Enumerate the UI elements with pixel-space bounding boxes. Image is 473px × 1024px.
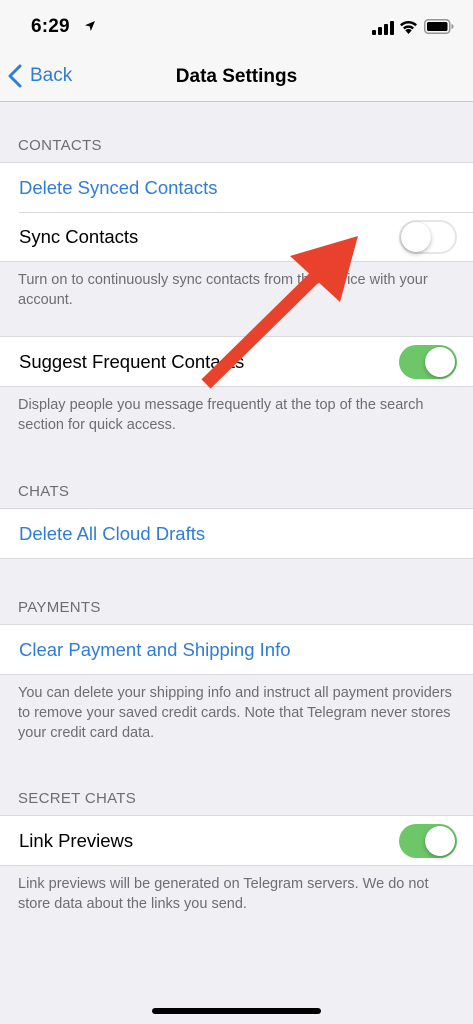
status-time: 6:29 (31, 16, 70, 37)
toggle-knob (425, 826, 455, 856)
wifi-icon (400, 20, 417, 34)
battery-icon (424, 19, 454, 34)
suggest-frequent-contacts-toggle[interactable] (399, 345, 457, 379)
link-previews-footer: Link previews will be generated on Teleg… (18, 876, 429, 912)
page-title: Data Settings (175, 66, 298, 87)
navigation-bar: Back Data Settings (0, 52, 473, 102)
clear-payment-shipping-info-button[interactable]: Clear Payment and Shipping Info (0, 625, 473, 674)
suggest-group: Suggest Frequent Contacts (0, 336, 473, 387)
secret-chats-group: Link Previews (0, 815, 473, 866)
delete-synced-contacts-button[interactable]: Delete Synced Contacts (0, 163, 473, 212)
payments-section-header: PAYMENTS (18, 599, 101, 616)
payments-group: Clear Payment and Shipping Info (0, 624, 473, 675)
payments-footer: You can delete your shipping info and in… (18, 685, 452, 741)
chats-group: Delete All Cloud Drafts (0, 508, 473, 559)
link-previews-row: Link Previews (0, 816, 473, 865)
location-arrow-icon (85, 21, 95, 31)
cellular-signal-icon (372, 21, 394, 35)
delete-all-cloud-drafts-button[interactable]: Delete All Cloud Drafts (0, 509, 473, 558)
toggle-knob (401, 222, 431, 252)
home-indicator (152, 1008, 321, 1014)
sync-contacts-footer: Turn on to continuously sync contacts fr… (18, 272, 428, 308)
secret-chats-section-header: SECRET CHATS (18, 790, 137, 807)
contacts-group: Delete Synced Contacts Sync Contacts (0, 162, 473, 262)
suggest-frequent-contacts-label: Suggest Frequent Contacts (19, 350, 245, 372)
toggle-knob (425, 347, 455, 377)
suggest-frequent-footer: Display people you message frequently at… (18, 397, 424, 433)
contacts-section-header: CONTACTS (18, 137, 102, 154)
suggest-frequent-contacts-row: Suggest Frequent Contacts (0, 337, 473, 386)
sync-contacts-toggle[interactable] (399, 220, 457, 254)
link-previews-label: Link Previews (19, 829, 134, 851)
sync-contacts-label: Sync Contacts (19, 225, 139, 247)
chats-section-header: CHATS (18, 483, 70, 500)
sync-contacts-row: Sync Contacts (0, 212, 473, 261)
link-previews-toggle[interactable] (399, 824, 457, 858)
status-bar: 6:29 (0, 0, 473, 52)
